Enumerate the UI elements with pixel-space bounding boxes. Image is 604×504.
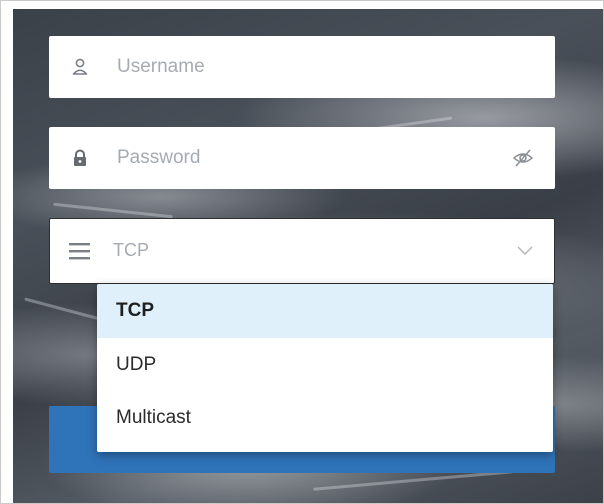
protocol-option-multicast[interactable]: Multicast [97,391,553,444]
protocol-option-tcp[interactable]: TCP [97,284,553,338]
lock-icon [69,147,91,169]
protocol-selected-value: TCP [113,240,149,260]
username-field[interactable]: Username [49,36,555,98]
eye-slash-icon[interactable] [511,147,535,169]
protocol-select[interactable]: TCP [49,218,555,284]
username-placeholder: Username [117,56,205,77]
password-field[interactable]: Password [49,127,555,189]
protocol-dropdown-menu: TCP UDP Multicast [97,284,553,452]
user-icon [69,56,91,78]
protocol-option-udp[interactable]: UDP [97,338,553,391]
password-placeholder: Password [117,147,201,168]
chevron-down-icon[interactable] [516,241,534,259]
menu-icon [68,240,90,262]
login-panel: Username Password TCP TCP UDP Multicast [0,0,604,504]
